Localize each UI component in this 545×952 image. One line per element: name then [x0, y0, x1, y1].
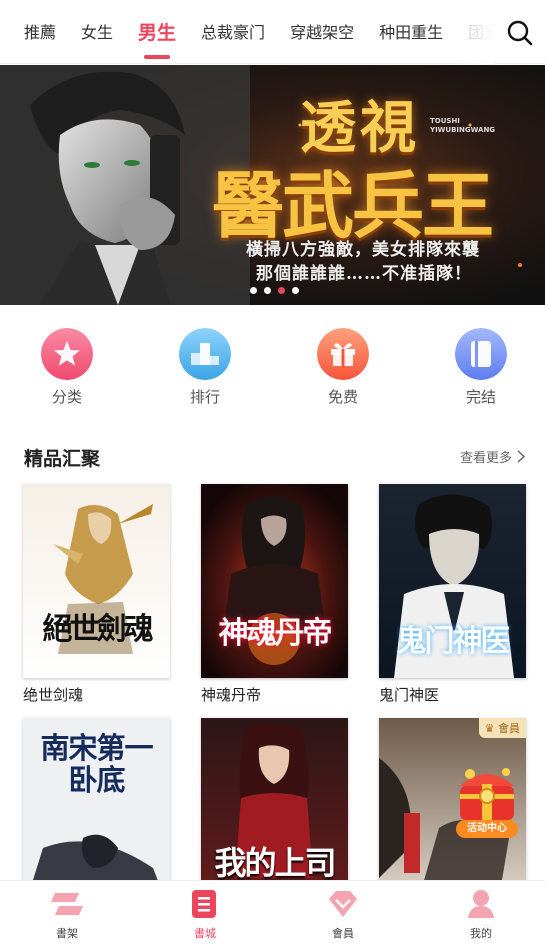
shortcut-free[interactable]: 免费 [303, 328, 383, 407]
banner-tagline-2: 那個誰誰誰……不准插隊！ [256, 264, 472, 284]
nav-label: 我的 [470, 927, 492, 940]
nav-profile[interactable]: 我的 [441, 889, 521, 941]
see-more-label: 查看更多 [459, 451, 512, 466]
book-title: 神魂丹帝 [201, 686, 262, 704]
activity-center-button[interactable]: 活动中心 [448, 756, 526, 842]
vip-badge-label: 會員 [498, 722, 520, 735]
cover-art [23, 484, 170, 678]
shortcut-label: 完结 [465, 388, 496, 406]
carousel-dot-active[interactable] [278, 287, 285, 294]
book-cover[interactable]: 絕世劍魂 [23, 484, 170, 678]
nav-label: 會員 [332, 927, 354, 940]
shortcut-category[interactable]: 分类 [27, 328, 107, 407]
nav-membership[interactable]: 會員 [303, 889, 383, 941]
banner-pinyin-line1: TOUSHI [430, 117, 460, 125]
nav-label: 書架 [56, 927, 78, 940]
profile-icon [468, 890, 494, 918]
cover-title: 南宋第一卧底 [40, 731, 153, 797]
book-cover[interactable]: 鬼门神医 [379, 484, 526, 678]
banner-pinyin-line2: YIWUBINGWANG [430, 126, 496, 134]
nav-label: 書城 [194, 927, 216, 940]
top-bar: 推薦 女生 男生 总裁豪门 穿越架空 种田重生 团宠 [0, 0, 545, 64]
gift-icon [317, 328, 369, 380]
bookstore-icon [192, 890, 216, 918]
tab-time-travel[interactable]: 穿越架空 [290, 0, 354, 64]
promo-banner[interactable]: 透視 TOUSHI YIWUBINGWANG 醫武兵王 橫掃八方強敵，美女排隊來… [0, 65, 545, 305]
vip-badge: ♛ 會員 [478, 718, 526, 738]
tab-farming-rebirth[interactable]: 种田重生 [379, 0, 443, 64]
diamond-icon [329, 891, 357, 917]
podium-icon [179, 328, 231, 380]
tabs-fade [455, 0, 495, 64]
cover-title: 我的上司 [214, 844, 336, 882]
nav-bookstore[interactable]: 書城 [165, 889, 245, 941]
tab-male[interactable]: 男生 [138, 0, 176, 64]
tab-female[interactable]: 女生 [81, 0, 113, 64]
star-icon [41, 328, 93, 380]
cover-title: 神魂丹帝 [218, 616, 333, 651]
shortcut-completed[interactable]: 完结 [441, 328, 521, 407]
banner-tagline-1: 橫掃八方強敵，美女排隊來襲 [246, 240, 480, 260]
book-title: 绝世剑魂 [23, 686, 84, 704]
category-shortcuts: 分类 排行 免费 完结 [0, 328, 545, 418]
banner-pinyin: TOUSHI YIWUBINGWANG [430, 117, 495, 135]
tab-ceo-romance[interactable]: 总裁豪门 [201, 0, 265, 64]
cover-title: 鬼门神医 [396, 624, 511, 659]
category-tabs: 推薦 女生 男生 总裁豪门 穿越架空 种田重生 团宠 [0, 0, 495, 64]
shortcut-label: 排行 [189, 388, 220, 406]
bottom-navigation: 書架 書城 會員 我的 [0, 880, 545, 952]
nav-bookshelf[interactable]: 書架 [27, 889, 107, 941]
section-title: 精品汇聚 [24, 448, 101, 470]
book-icon [455, 328, 507, 380]
bookshelf-icon [51, 893, 83, 915]
cover-title: 絕世劍魂 [42, 612, 154, 647]
search-icon[interactable] [507, 20, 533, 46]
shortcut-label: 分类 [51, 388, 82, 406]
book-card[interactable]: 神魂丹帝 神魂丹帝 [201, 484, 348, 705]
shortcut-ranking[interactable]: 排行 [165, 328, 245, 407]
book-title: 鬼门神医 [379, 686, 440, 704]
carousel-dot[interactable] [250, 287, 257, 294]
book-cover[interactable]: 神魂丹帝 [201, 484, 348, 678]
book-card[interactable]: 鬼门神医 鬼门神医 [379, 484, 526, 705]
carousel-dot[interactable] [264, 287, 271, 294]
activity-center-label: 活动中心 [456, 820, 518, 838]
shortcut-label: 免费 [327, 388, 358, 406]
carousel-indicator [250, 287, 306, 294]
tab-recommend[interactable]: 推薦 [24, 0, 56, 64]
chevron-right-icon [517, 450, 525, 463]
see-more-link[interactable]: 查看更多 [460, 447, 525, 466]
book-card[interactable]: 絕世劍魂 绝世剑魂 [23, 484, 170, 705]
carousel-dot[interactable] [292, 287, 299, 294]
